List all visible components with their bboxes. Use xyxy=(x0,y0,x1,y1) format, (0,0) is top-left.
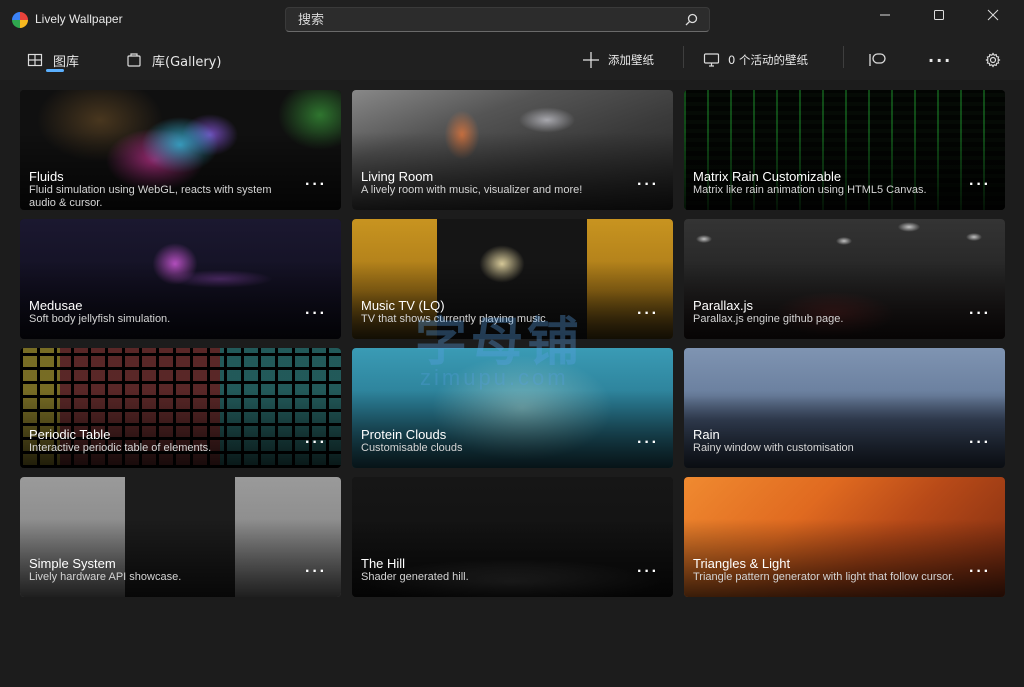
card-description: Interactive periodic table of elements. xyxy=(29,442,212,454)
card-description: Soft body jellyfish simulation. xyxy=(29,313,171,325)
card-description: Parallax.js engine github page. xyxy=(693,313,844,325)
card-title: Protein Clouds xyxy=(361,427,447,442)
card-title: Parallax.js xyxy=(693,298,753,313)
library-icon xyxy=(127,53,141,67)
app-title: Lively Wallpaper xyxy=(35,12,123,26)
card-title: Living Room xyxy=(361,169,434,184)
maximize-icon xyxy=(934,10,944,20)
card-more-button[interactable]: ··· xyxy=(969,176,991,194)
nav-active-indicator xyxy=(46,69,64,72)
card-more-button[interactable]: ··· xyxy=(305,305,327,323)
nav-library[interactable]: 库(Gallery) xyxy=(126,48,221,72)
card-title: Fluids xyxy=(29,169,64,184)
wallpaper-card-fluids[interactable]: Fluids Fluid simulation using WebGL, rea… xyxy=(20,90,341,210)
app-logo-icon xyxy=(12,12,28,28)
minimize-button[interactable] xyxy=(862,0,908,30)
add-wallpaper-button[interactable]: 添加壁纸 xyxy=(582,48,654,72)
card-title: Medusae xyxy=(29,298,83,313)
card-title: Periodic Table xyxy=(29,427,111,442)
monitor-icon xyxy=(703,53,720,67)
active-wallpapers-button[interactable]: 0 个活动的壁纸 xyxy=(703,48,808,72)
wallpaper-card-periodic-table[interactable]: Periodic Table Interactive periodic tabl… xyxy=(20,348,341,468)
card-more-button[interactable]: ··· xyxy=(637,176,659,194)
card-title: Triangles & Light xyxy=(693,556,791,571)
close-icon xyxy=(987,9,999,21)
add-icon xyxy=(583,52,599,68)
card-title: Simple System xyxy=(29,556,116,571)
card-more-button[interactable]: ··· xyxy=(969,305,991,323)
wallpaper-card-living-room[interactable]: Living Room A lively room with music, vi… xyxy=(352,90,673,210)
card-description: A lively room with music, visualizer and… xyxy=(361,184,583,196)
wallpaper-card-triangles-light[interactable]: Triangles & Light Triangle pattern gener… xyxy=(684,477,1005,597)
card-more-button[interactable]: ··· xyxy=(969,434,991,452)
minimize-icon xyxy=(880,14,890,16)
wallpaper-card-parallax[interactable]: Parallax.js Parallax.js engine github pa… xyxy=(684,219,1005,339)
title-bar: Lively Wallpaper xyxy=(0,0,1024,38)
nav-library-label: 库(Gallery) xyxy=(152,54,222,70)
nav-gallery-label: 图库 xyxy=(53,54,80,70)
search-box[interactable] xyxy=(285,7,710,33)
wallpaper-card-medusae[interactable]: Medusae Soft body jellyfish simulation. … xyxy=(20,219,341,339)
card-description: Lively hardware API showcase. xyxy=(29,571,182,583)
wallpaper-card-matrix-rain[interactable]: Matrix Rain Customizable Matrix like rai… xyxy=(684,90,1005,210)
wallpaper-card-the-hill[interactable]: The Hill Shader generated hill. ··· xyxy=(352,477,673,597)
wallpaper-grid: Fluids Fluid simulation using WebGL, rea… xyxy=(20,90,1005,597)
add-wallpaper-label: 添加壁纸 xyxy=(608,53,654,67)
more-label: ··· xyxy=(928,50,953,70)
gallery-content: Fluids Fluid simulation using WebGL, rea… xyxy=(0,80,1024,687)
card-title: Matrix Rain Customizable xyxy=(693,169,842,184)
screen-layout-button[interactable] xyxy=(868,48,896,72)
card-more-button[interactable]: ··· xyxy=(305,176,327,194)
wallpaper-card-protein-clouds[interactable]: Protein Clouds Customisable clouds ··· xyxy=(352,348,673,468)
flag-icon xyxy=(869,53,886,66)
card-description: Matrix like rain animation using HTML5 C… xyxy=(693,184,927,196)
search-icon[interactable] xyxy=(683,12,699,28)
card-description: Fluid simulation using WebGL, reacts wit… xyxy=(29,184,272,209)
wallpaper-card-simple-system[interactable]: Simple System Lively hardware API showca… xyxy=(20,477,341,597)
card-more-button[interactable]: ··· xyxy=(305,563,327,581)
card-title: Music TV (LQ) xyxy=(361,298,445,313)
card-more-button[interactable]: ··· xyxy=(637,305,659,323)
card-description: Rainy window with customisation xyxy=(693,442,854,454)
toolbar-divider xyxy=(683,46,684,68)
close-button[interactable] xyxy=(970,0,1016,30)
card-more-button[interactable]: ··· xyxy=(637,563,659,581)
toolbar: 图库 库(Gallery) 添加壁纸 0 个活动的壁纸 ··· xyxy=(0,38,1024,80)
card-title: The Hill xyxy=(361,556,406,571)
wallpaper-card-rain[interactable]: Rain Rainy window with customisation ··· xyxy=(684,348,1005,468)
card-description: TV that shows currently playing music xyxy=(361,313,546,325)
card-description: Triangle pattern generator with light th… xyxy=(693,571,955,583)
card-description: Shader generated hill. xyxy=(361,571,469,583)
grid-icon xyxy=(27,53,43,67)
maximize-button[interactable] xyxy=(916,0,962,30)
more-button[interactable]: ··· xyxy=(928,48,952,72)
search-input[interactable] xyxy=(286,8,680,33)
wallpaper-card-music-tv[interactable]: Music TV (LQ) TV that shows currently pl… xyxy=(352,219,673,339)
settings-button[interactable] xyxy=(985,48,1009,72)
card-more-button[interactable]: ··· xyxy=(969,563,991,581)
card-description: Customisable clouds xyxy=(361,442,463,454)
card-more-button[interactable]: ··· xyxy=(305,434,327,452)
gear-icon xyxy=(985,52,1001,68)
toolbar-divider xyxy=(843,46,844,68)
active-wallpapers-label: 0 个活动的壁纸 xyxy=(728,53,808,67)
card-title: Rain xyxy=(693,427,720,442)
card-more-button[interactable]: ··· xyxy=(637,434,659,452)
